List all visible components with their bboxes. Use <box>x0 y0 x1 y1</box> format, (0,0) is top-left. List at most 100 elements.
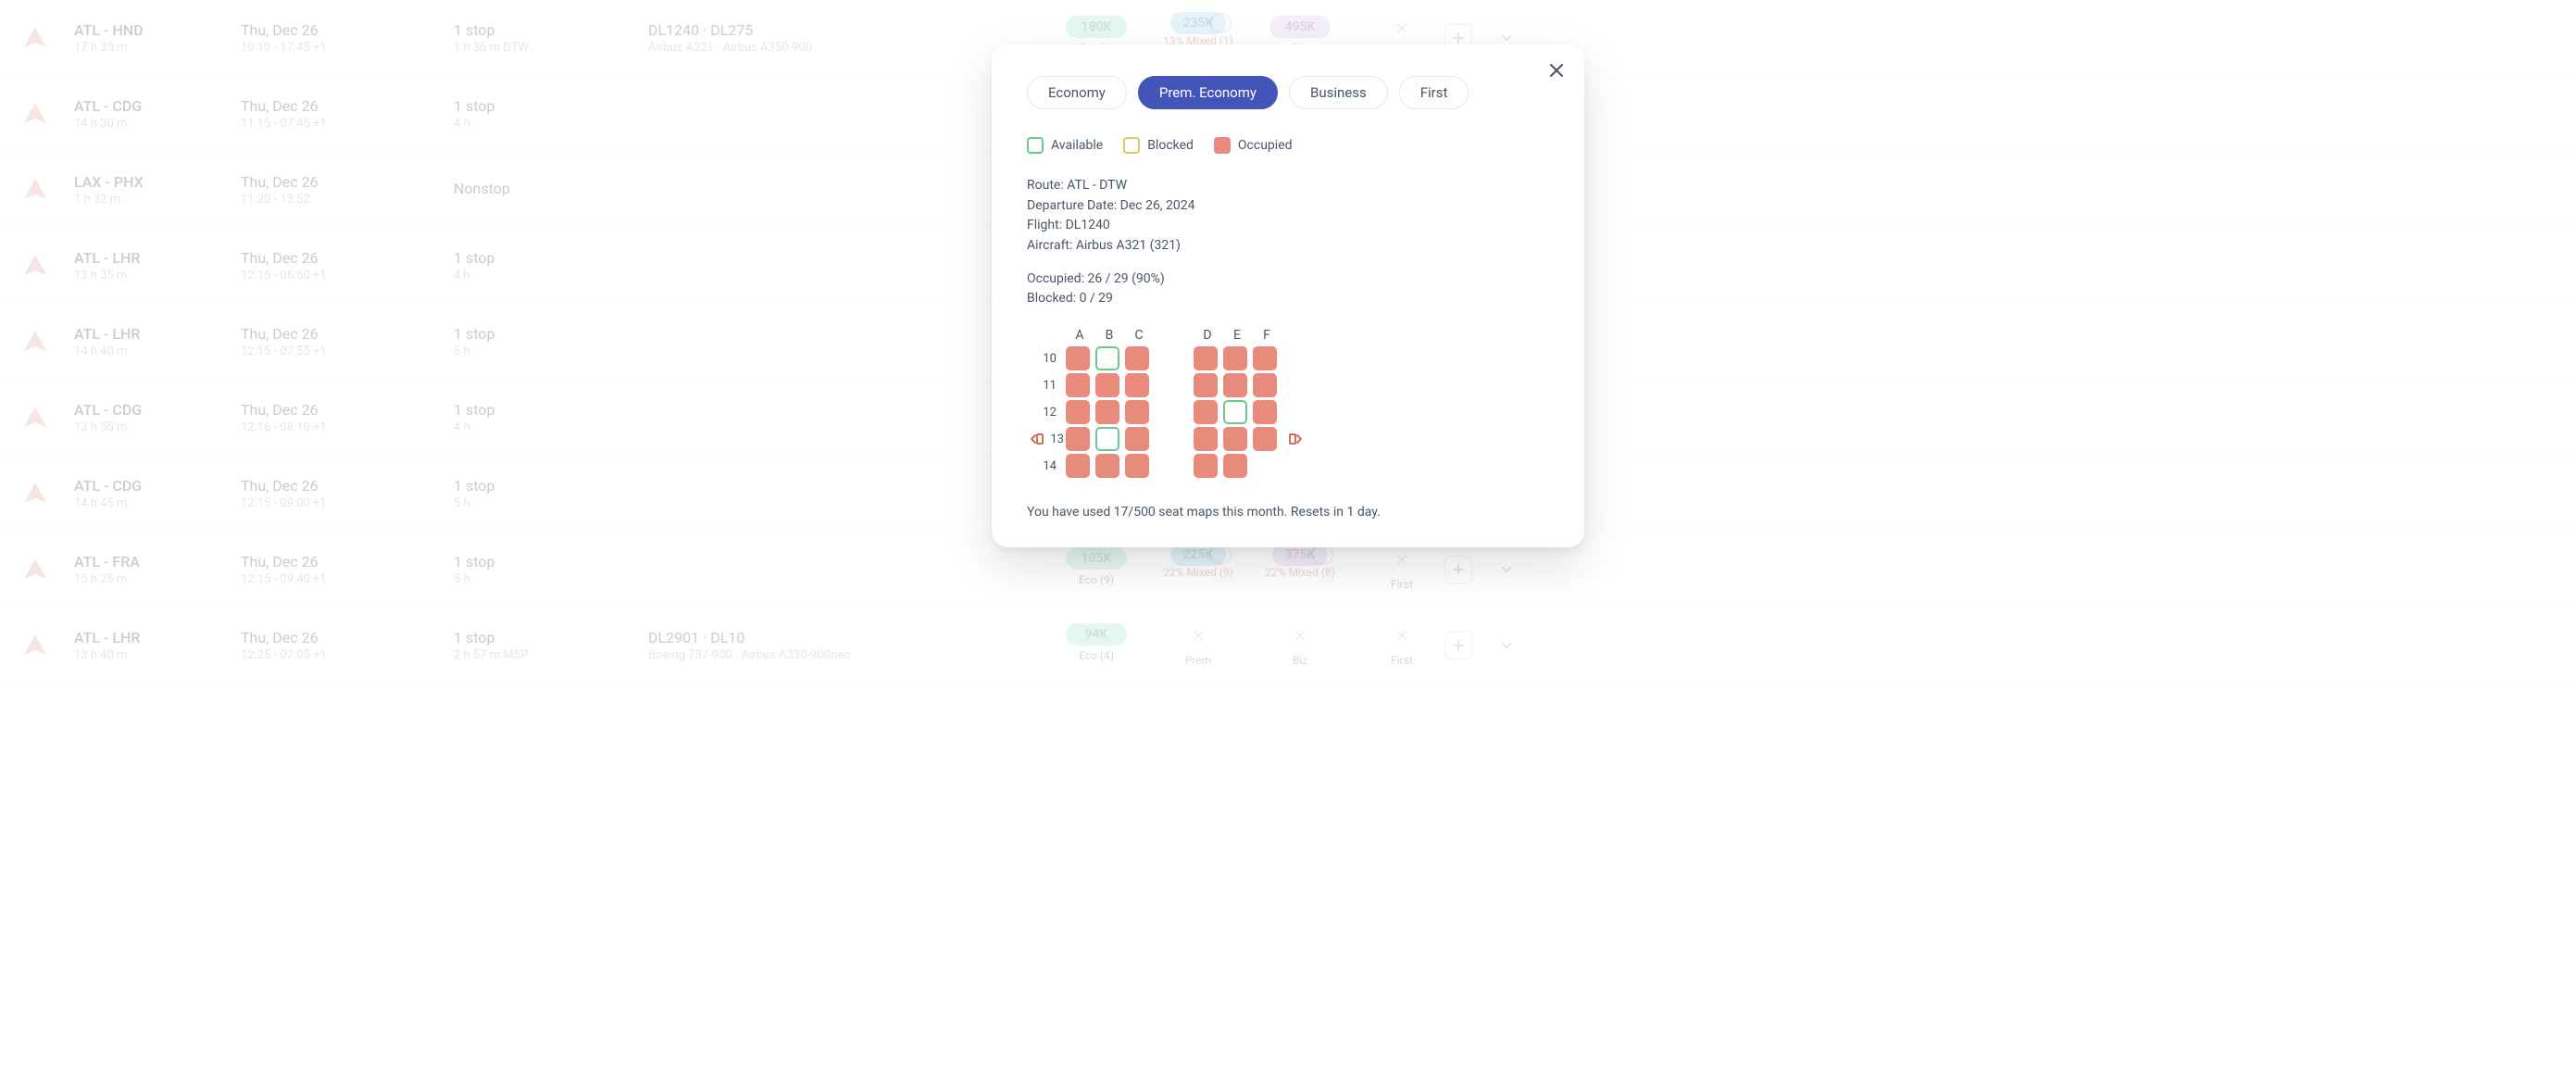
seat-col-label: B <box>1095 328 1123 343</box>
expand-button[interactable] <box>1493 632 1520 659</box>
tab-business[interactable]: Business <box>1289 76 1388 109</box>
layover-text: 5 h <box>454 572 648 586</box>
layover-text: 5 h <box>454 496 648 510</box>
price-cross-icon: ✕ <box>1371 16 1432 43</box>
price-sub-biz: 22% Mixed (8) <box>1265 566 1335 579</box>
seat-occupied[interactable] <box>1125 454 1149 478</box>
seat-occupied[interactable] <box>1194 427 1218 451</box>
date-text: Thu, Dec 26 <box>241 97 454 115</box>
airline-logo-icon <box>19 477 52 510</box>
seat-occupied[interactable] <box>1125 400 1149 424</box>
expand-button[interactable] <box>1493 556 1520 583</box>
airline-logo-icon <box>19 629 52 662</box>
duration-text: 15 h 25 m <box>74 572 241 586</box>
seat-occupied[interactable] <box>1066 346 1090 370</box>
add-button[interactable] <box>1444 632 1472 659</box>
price-pill-eco[interactable]: 105K <box>1066 547 1127 570</box>
layover-text: 5 h <box>454 345 648 358</box>
seat-occupied[interactable] <box>1095 454 1119 478</box>
exit-row-icon <box>1028 432 1046 445</box>
flight-row: ATL - LHR 13 h 40 m Thu, Dec 26 12:25 - … <box>0 608 2576 683</box>
seat-occupied[interactable] <box>1223 346 1247 370</box>
times-text: 11:20 - 13:52 <box>241 193 454 207</box>
date-text: Thu, Dec 26 <box>241 249 454 267</box>
route-text: ATL - LHR <box>74 249 241 267</box>
stops-text: 1 stop <box>454 249 648 267</box>
seat-occupied[interactable] <box>1194 400 1218 424</box>
seat-occupied[interactable] <box>1066 454 1090 478</box>
seat-occupied[interactable] <box>1125 346 1149 370</box>
seat-occupied[interactable] <box>1253 427 1277 451</box>
seat-occupied[interactable] <box>1194 373 1218 397</box>
times-text: 12:15 - 06:50 +1 <box>241 269 454 282</box>
seat-occupied[interactable] <box>1253 346 1277 370</box>
seat-occupied[interactable] <box>1223 373 1247 397</box>
duration-text: 14 h 45 m <box>74 496 241 510</box>
seat-occupied[interactable] <box>1066 400 1090 424</box>
seat-occupied[interactable] <box>1125 373 1149 397</box>
seat-occupied[interactable] <box>1253 400 1277 424</box>
price-cross-icon: ✕ <box>1371 547 1432 574</box>
date-text: Thu, Dec 26 <box>241 553 454 570</box>
layover-text: 1 h 36 m DTW <box>454 41 648 55</box>
occupancy-meta: Occupied: 26 / 29 (90%) Blocked: 0 / 29 <box>1027 270 1549 309</box>
legend-swatch-occupied <box>1214 137 1231 154</box>
duration-text: 1 h 32 m <box>74 193 241 207</box>
price-cross-icon: ✕ <box>1168 623 1229 650</box>
route-text: ATL - LHR <box>74 325 241 343</box>
seat-col-label: C <box>1125 328 1153 343</box>
seat-available[interactable] <box>1095 427 1119 451</box>
seat-occupied[interactable] <box>1194 346 1218 370</box>
times-text: 12:16 - 08:10 +1 <box>241 420 454 434</box>
price-pill-prem[interactable]: 235K <box>1170 12 1227 34</box>
stops-text: 1 stop <box>454 97 648 115</box>
price-pill-eco[interactable]: 94K <box>1066 623 1127 646</box>
seat-available[interactable] <box>1095 346 1119 370</box>
date-text: Thu, Dec 26 <box>241 401 454 419</box>
tab-prem-economy[interactable]: Prem. Economy <box>1138 76 1278 109</box>
layover-text: 4 h <box>454 269 648 282</box>
seat-occupied[interactable] <box>1223 427 1247 451</box>
price-pill-biz[interactable]: 495K <box>1269 16 1331 38</box>
route-text: ATL - HND <box>74 21 241 39</box>
date-text: Thu, Dec 26 <box>241 629 454 646</box>
price-pill-eco[interactable]: 180K <box>1066 16 1127 38</box>
route-text: ATL - CDG <box>74 401 241 419</box>
close-button[interactable] <box>1547 61 1566 80</box>
seat-occupied[interactable] <box>1223 454 1247 478</box>
seat-row-number: 14 <box>1027 459 1064 473</box>
seat-occupied[interactable] <box>1066 427 1090 451</box>
seat-row-number: 11 <box>1027 379 1064 393</box>
route-text: LAX - PHX <box>74 173 241 191</box>
seat-occupied[interactable] <box>1125 427 1149 451</box>
seat-col-label: D <box>1194 328 1221 343</box>
legend-label: Occupied <box>1238 138 1293 153</box>
airline-logo-icon <box>19 21 52 55</box>
date-text: Thu, Dec 26 <box>241 325 454 343</box>
route-text: ATL - FRA <box>74 553 241 570</box>
tab-first[interactable]: First <box>1399 76 1469 109</box>
airline-logo-icon <box>19 97 52 131</box>
tab-economy[interactable]: Economy <box>1027 76 1127 109</box>
seat-occupied[interactable] <box>1253 373 1277 397</box>
seat-col-label: A <box>1066 328 1094 343</box>
date-text: Thu, Dec 26 <box>241 21 454 39</box>
seat-occupied[interactable] <box>1095 400 1119 424</box>
duration-text: 17 h 35 m <box>74 41 241 55</box>
times-text: 12:15 - 07:55 +1 <box>241 345 454 358</box>
airline-logo-icon <box>19 325 52 358</box>
airline-logo-icon <box>19 401 52 434</box>
usage-note: You have used 17/500 seat maps this mont… <box>1027 505 1549 520</box>
seat-col-label: E <box>1223 328 1251 343</box>
price-sub-eco: Eco (4) <box>1079 649 1114 662</box>
add-button[interactable] <box>1444 556 1472 583</box>
seat-occupied[interactable] <box>1194 454 1218 478</box>
duration-text: 14 h 30 m <box>74 117 241 131</box>
layover-text: 4 h <box>454 420 648 434</box>
seat-occupied[interactable] <box>1066 373 1090 397</box>
route-text: ATL - CDG <box>74 477 241 495</box>
seat-occupied[interactable] <box>1095 373 1119 397</box>
stops-text: 1 stop <box>454 325 648 343</box>
seat-available[interactable] <box>1223 400 1247 424</box>
duration-text: 13 h 55 m <box>74 420 241 434</box>
